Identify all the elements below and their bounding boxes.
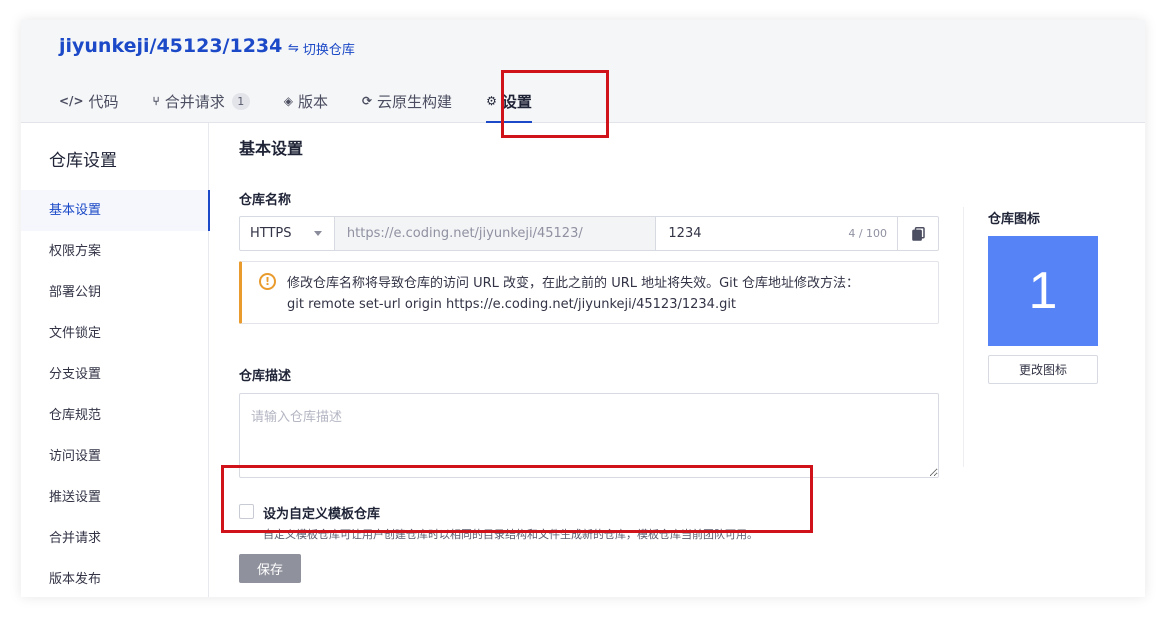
repo-name-label: 仓库名称 [239,193,292,208]
repo-icon: 1 [988,236,1098,346]
swap-icon: ⇋ [288,41,299,56]
copy-button[interactable] [898,217,938,250]
repo-icon-label: 仓库图标 [988,212,1041,227]
rename-warning: ! 修改仓库名称将导致仓库的访问 URL 改变，在此之前的 URL 地址将失效。… [239,261,939,324]
sidebar-item-repo-rules[interactable]: 仓库规范 [21,395,209,436]
settings-sidebar: 仓库设置 基本设置 权限方案 部署公钥 文件锁定 分支设置 仓库规范 访问设置 … [21,123,210,597]
change-icon-button[interactable]: 更改图标 [988,355,1098,384]
char-counter: 4 / 100 [848,227,888,240]
sidebar-item-merge-requests[interactable]: 合并请求 [21,518,209,559]
switch-repo-label: 切换仓库 [302,43,355,58]
sidebar-item-push[interactable]: 推送设置 [21,477,209,518]
sidebar-item-access[interactable]: 访问设置 [21,436,209,477]
sidebar-menu: 基本设置 权限方案 部署公钥 文件锁定 分支设置 仓库规范 访问设置 推送设置 … [21,190,210,597]
warning-line: 修改仓库名称将导致仓库的访问 URL 改变，在此之前的 URL 地址将失效。Gi… [287,276,860,291]
tab-cloud-build[interactable]: ⟳ 云原生构建 [362,88,452,114]
tab-merge-requests[interactable]: ⑂ 合并请求 1 [153,88,250,114]
settings-page: jiyunkeji/45123/1234 ⇋ 切换仓库 </> 代码 ⑂ 合并请… [21,20,1145,597]
save-button[interactable]: 保存 [239,554,301,583]
url-prefix: https://e.coding.net/jiyunkeji/45123/ [334,217,657,250]
cloud-build-icon: ⟳ [361,94,373,108]
warning-icon: ! [259,273,276,290]
sidebar-item-branches[interactable]: 分支设置 [21,354,209,395]
code-icon: </> [59,94,84,108]
tab-label: 合并请求 [164,92,225,111]
repo-name-input-wrap: 4 / 100 [656,217,899,250]
sidebar-item-releases[interactable]: 版本发布 [21,559,209,597]
count-badge: 1 [231,92,250,110]
repo-tabs: </> 代码 ⑂ 合并请求 1 ◈ 版本 ⟳ 云原生构建 ⚙ 设置 [59,88,566,123]
layers-icon: ◈ [283,94,293,108]
repo-description-input[interactable] [239,393,939,478]
sidebar-item-file-lock[interactable]: 文件锁定 [21,313,209,354]
tab-label: 设置 [501,92,532,111]
sidebar-item-deploy-keys[interactable]: 部署公钥 [21,272,209,313]
copy-icon [911,226,925,241]
template-hint: 自定义模板仓库可让用户创建仓库时以相同的目录结构和文件生成新的仓库，模板仓库当前… [263,528,758,541]
warning-command: git remote set-url origin https://e.codi… [287,297,737,312]
repo-name-field: HTTPS https://e.coding.net/jiyunkeji/451… [239,216,939,251]
tab-label: 代码 [88,92,119,111]
sidebar-item-permissions[interactable]: 权限方案 [21,231,209,272]
template-checkbox[interactable] [239,504,254,519]
tab-code[interactable]: </> 代码 [59,88,119,114]
merge-request-icon: ⑂ [152,94,160,108]
repo-header: jiyunkeji/45123/1234 ⇋ 切换仓库 </> 代码 ⑂ 合并请… [21,20,1145,123]
settings-main: 基本设置 仓库名称 HTTPS https://e.coding.net/jiy… [209,123,1145,597]
sidebar-item-basic[interactable]: 基本设置 [21,190,210,231]
repo-path-link[interactable]: jiyunkeji/45123/1234 [59,35,282,57]
section-title: 基本设置 [239,139,304,158]
chevron-down-icon [313,231,322,236]
protocol-value: HTTPS [250,226,292,241]
template-label[interactable]: 设为自定义模板仓库 [263,503,380,522]
repo-name-input[interactable] [668,226,819,241]
warning-text: 修改仓库名称将导致仓库的访问 URL 改变，在此之前的 URL 地址将失效。Gi… [287,273,927,315]
divider [963,207,964,467]
sidebar-title: 仓库设置 [49,151,117,171]
tab-releases[interactable]: ◈ 版本 [284,88,328,114]
gear-icon: ⚙ [486,94,497,108]
tab-label: 云原生构建 [377,92,453,111]
tab-settings[interactable]: ⚙ 设置 [486,88,532,123]
repo-description-label: 仓库描述 [239,369,292,384]
switch-repo-link[interactable]: ⇋ 切换仓库 [288,39,355,58]
protocol-select[interactable]: HTTPS [240,217,335,250]
tab-label: 版本 [297,92,328,111]
